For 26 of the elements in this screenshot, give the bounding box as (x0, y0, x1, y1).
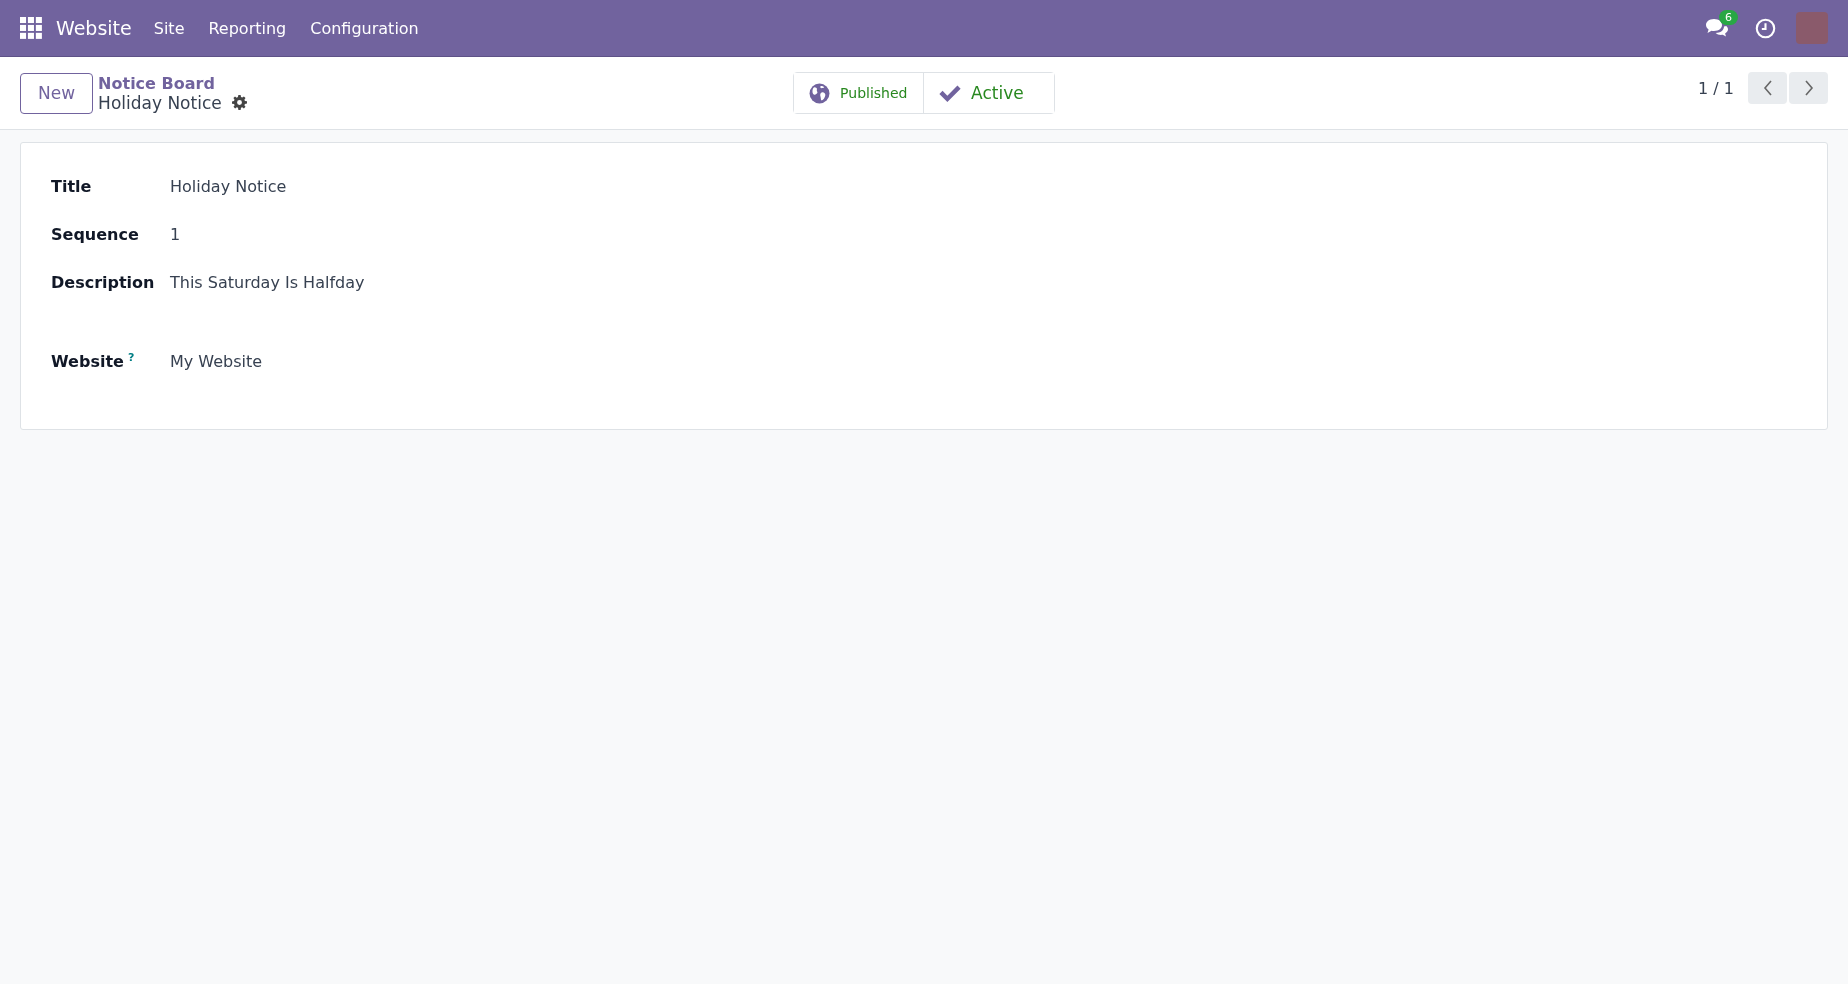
menu-item[interactable]: Site (153, 18, 185, 38)
field-label: Sequence (51, 225, 139, 244)
checkmark-icon (939, 84, 962, 102)
field-label: Title (51, 177, 92, 196)
menu-item[interactable]: Reporting (208, 18, 287, 38)
app-name-link[interactable]: Website (56, 17, 132, 39)
field-label: Website (51, 352, 124, 372)
field-value[interactable]: My Website (170, 352, 263, 372)
settings-icon[interactable] (231, 95, 247, 110)
field-value[interactable]: 1 (170, 225, 181, 244)
chevron-left-icon (1762, 80, 1773, 96)
menu-item[interactable]: Configuration (310, 18, 419, 38)
field-value[interactable]: Holiday Notice (170, 177, 287, 196)
app-grid-icon[interactable] (20, 17, 42, 39)
globe-icon (809, 82, 831, 104)
message-count-badge: 6 (1719, 10, 1738, 25)
breadcrumb-link[interactable]: Notice Board (98, 73, 459, 93)
help-tooltip-mark[interactable]: ? (127, 351, 135, 364)
chevron-right-icon (1803, 80, 1814, 96)
field-label: Description (51, 273, 155, 292)
field-value[interactable]: This Saturday Is Halfday (170, 273, 365, 292)
status-button[interactable]: Published (794, 73, 925, 113)
record-title: Holiday Notice (98, 92, 222, 113)
pager-value: 1 / 1 (1698, 78, 1734, 98)
clock-icon[interactable] (1755, 17, 1776, 39)
new-button[interactable]: New (20, 72, 94, 114)
